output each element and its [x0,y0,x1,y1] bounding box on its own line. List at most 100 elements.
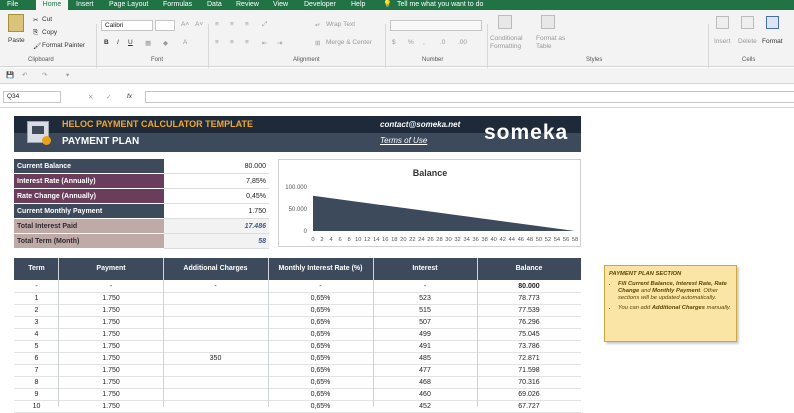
cell-additional-charges[interactable]: - [163,281,268,293]
cell-additional-charges[interactable]: 350 [163,353,268,365]
cell-term[interactable]: 2 [14,305,59,317]
cell-payment[interactable]: 1.750 [59,341,163,353]
cell-interest[interactable]: 485 [373,353,477,365]
tab-home[interactable]: Home [36,0,68,10]
font-name-select[interactable]: Calibri [101,20,153,31]
cell-interest[interactable]: 452 [373,401,477,413]
italic-icon[interactable]: I [117,39,119,46]
cell-payment[interactable]: 1.750 [59,329,163,341]
terms-of-use-link[interactable]: Terms of Use [380,136,427,145]
cell-balance[interactable]: 69.026 [477,389,581,401]
cell-payment[interactable]: 1.750 [59,377,163,389]
formula-input[interactable] [145,91,794,103]
merge-center-button[interactable]: Merge & Center [326,39,372,46]
format-painter-icon[interactable]: 🖌 [33,42,41,50]
name-box[interactable]: Q34 [3,91,61,103]
save-icon[interactable]: 💾 [6,71,14,79]
copy-button[interactable]: Copy [42,29,57,36]
cell-balance[interactable]: 72.871 [477,353,581,365]
cell-balance[interactable]: 67.727 [477,401,581,413]
cell-interest[interactable]: 523 [373,293,477,305]
cell-payment[interactable]: 1.750 [59,365,163,377]
cell-payment[interactable]: 1.750 [59,317,163,329]
enter-icon[interactable]: ✓ [106,93,111,101]
table-row[interactable]: 4 1.750 0,65% 499 75.045 [14,329,581,341]
table-row[interactable]: 2 1.750 0,65% 515 77.539 [14,305,581,317]
shrink-font-icon[interactable]: A˅ [195,21,203,28]
format-as-table-icon[interactable] [541,15,555,29]
cell-additional-charges[interactable] [163,377,268,389]
merge-center-icon[interactable]: ⊞ [315,39,320,47]
cell-term[interactable]: 10 [14,401,59,413]
font-color-icon[interactable]: A [183,39,187,46]
decrease-decimal-icon[interactable]: .00 [458,39,467,46]
increase-indent-icon[interactable]: ⇥ [277,39,282,47]
conditional-formatting-icon[interactable] [498,15,512,29]
tab-developer[interactable]: Developer [304,0,336,10]
cell-balance[interactable]: 80.000 [477,281,581,293]
delete-cells-icon[interactable] [741,16,754,29]
align-top-icon[interactable]: ≡ [215,21,219,28]
cell-interest[interactable]: 477 [373,365,477,377]
tab-help[interactable]: Help [351,0,365,10]
table-row[interactable]: 10 1.750 0,65% 452 67.727 [14,401,581,413]
cell-balance[interactable]: 77.539 [477,305,581,317]
cell-monthly-interest-rate[interactable]: 0,65% [268,317,373,329]
grow-font-icon[interactable]: A˄ [181,21,189,28]
cell-additional-charges[interactable] [163,365,268,377]
cell-balance[interactable]: 73.786 [477,341,581,353]
orientation-icon[interactable]: ⤢ [262,21,267,29]
cell-payment[interactable]: 1.750 [59,389,163,401]
cell-balance[interactable]: 70.316 [477,377,581,389]
summary-value-rate-change[interactable]: 0,45% [164,189,269,204]
cell-interest[interactable]: 507 [373,317,477,329]
decrease-indent-icon[interactable]: ⇤ [262,39,267,47]
function-icon[interactable]: fx [127,93,132,100]
bold-icon[interactable]: B [104,39,109,46]
cell-term[interactable]: 3 [14,317,59,329]
cell-term[interactable]: 6 [14,353,59,365]
cell-monthly-interest-rate[interactable]: 0,65% [268,293,373,305]
tab-formulas[interactable]: Formulas [163,0,192,10]
align-middle-icon[interactable]: ≡ [230,21,234,28]
tab-data[interactable]: Data [207,0,222,10]
balance-chart[interactable]: Balance 100.000 50.000 0 0 2 4 6 8 10 12 14 16 18 20 2… [278,159,581,247]
tab-insert[interactable]: Insert [76,0,94,10]
cell-additional-charges[interactable] [163,401,268,413]
align-left-icon[interactable]: ≡ [215,39,219,46]
wrap-text-button[interactable]: Wrap Text [326,21,355,28]
cell-payment[interactable]: 1.750 [59,305,163,317]
cell-payment[interactable]: - [59,281,163,293]
table-row[interactable]: 9 1.750 0,65% 460 69.026 [14,389,581,401]
table-row[interactable]: 6 1.750 350 0,65% 485 72.871 [14,353,581,365]
table-row[interactable]: 5 1.750 0,65% 491 73.786 [14,341,581,353]
cell-payment[interactable]: 1.750 [59,293,163,305]
conditional-formatting-button[interactable]: Conditional Formatting [490,35,530,51]
tab-page-layout[interactable]: Page Layout [109,0,148,10]
cell-balance[interactable]: 71.598 [477,365,581,377]
tab-review[interactable]: Review [236,0,259,10]
cell-interest[interactable]: 491 [373,341,477,353]
underline-icon[interactable]: U [128,39,133,46]
tab-file[interactable]: File [7,0,18,10]
wrap-text-icon[interactable]: ↵ [315,21,320,29]
paste-button[interactable]: Paste [8,37,25,44]
contact-email-link[interactable]: contact@someka.net [380,120,460,129]
cancel-icon[interactable]: ✕ [88,93,93,101]
summary-value-interest-rate[interactable]: 7,85% [164,174,269,189]
cell-balance[interactable]: 78.773 [477,293,581,305]
number-format-select[interactable] [390,20,482,31]
undo-icon[interactable]: ↶ [22,71,27,79]
format-cells-button[interactable]: Format [762,38,783,45]
table-row[interactable]: - - - - -80.000 [14,281,581,293]
cut-button[interactable]: Cut [42,16,52,23]
cell-monthly-interest-rate[interactable]: 0,65% [268,401,373,413]
cell-term[interactable]: 9 [14,389,59,401]
table-row[interactable]: 8 1.750 0,65% 468 70.316 [14,377,581,389]
cell-term[interactable]: 5 [14,341,59,353]
customize-qat-icon[interactable]: ▾ [66,71,69,79]
cell-additional-charges[interactable] [163,293,268,305]
cell-additional-charges[interactable] [163,341,268,353]
tell-me-search[interactable]: Tell me what you want to do [397,0,483,10]
summary-value-monthly-payment[interactable]: 1.750 [164,204,269,219]
